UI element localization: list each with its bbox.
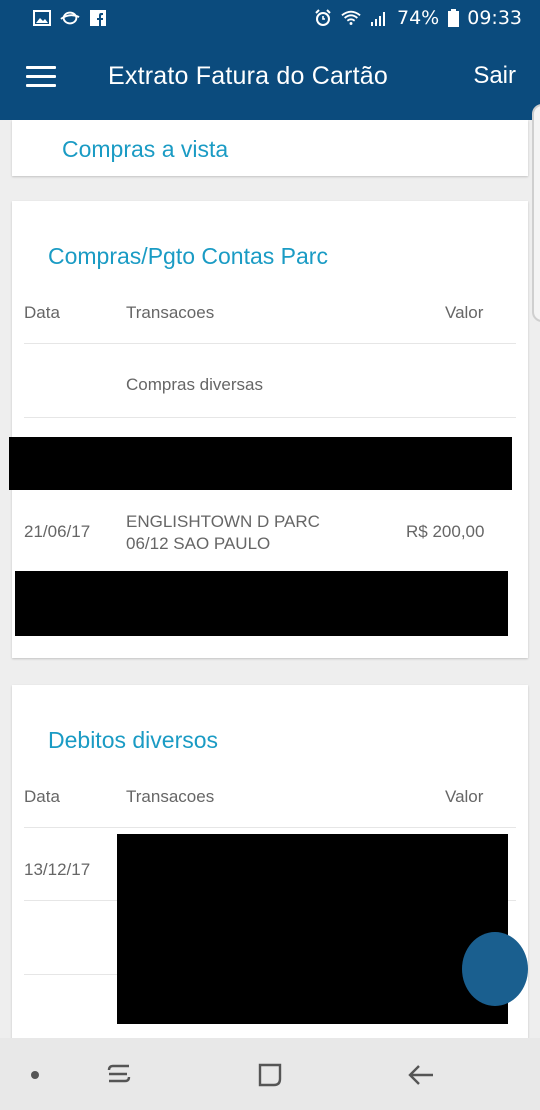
menu-icon-line [26,84,56,87]
row-divider [24,417,516,418]
section-title: Debitos diversos [48,727,219,753]
battery-percentage: 74% [397,7,440,29]
row-divider [24,343,516,344]
section-debitos: Debitos diversos Data Transacoes Valor 1… [12,685,528,1038]
section-title: Compras/Pgto Contas Parc [48,243,328,269]
transaction-date: 13/12/17 [24,860,91,879]
battery-icon [447,8,459,28]
column-header-date: Data [24,303,60,322]
column-header-value: Valor [445,303,484,322]
redacted-block [15,571,508,636]
clock: 09:33 [467,7,522,29]
status-bar: 74% 09:33 [0,0,540,36]
page-title: Extrato Fatura do Cartão [108,62,388,90]
transaction-description: Compras diversas [126,375,263,394]
redacted-block [9,437,512,490]
menu-icon-line [26,66,56,69]
statement-content[interactable]: Compras a vista Compras/Pgto Contas Parc… [0,120,540,1038]
edge-panel-handle[interactable] [532,104,540,322]
section-compras-vista[interactable]: Compras a vista [12,120,528,176]
home-icon[interactable] [255,1060,285,1090]
section-compras-parc: Compras/Pgto Contas Parc Data Transacoes… [9,201,528,658]
logout-button[interactable]: Sair [473,62,516,90]
redacted-block [117,834,508,1024]
transaction-date: 21/06/17 [24,522,91,541]
menu-icon-line [26,75,56,78]
row-divider [24,827,516,828]
column-header-transactions: Transacoes [126,303,215,322]
floating-action-button[interactable] [462,932,528,1006]
signal-icon [369,8,389,28]
section-title: Compras a vista [62,136,229,162]
transaction-description-line2: 06/12 SAO PAULO [126,534,271,553]
back-icon[interactable] [406,1060,436,1090]
column-header-value: Valor [445,787,484,806]
alarm-icon [313,8,333,28]
sync-icon [60,8,80,28]
transaction-value: R$ 200,00 [406,522,485,541]
navigation-bar [0,1038,540,1110]
app-bar: Extrato Fatura do Cartão Sair [0,36,540,120]
status-left-icons [32,8,108,28]
facebook-icon [88,8,108,28]
column-header-transactions: Transacoes [126,787,215,806]
menu-button[interactable] [26,66,56,88]
dot-icon[interactable] [20,1060,50,1090]
status-right-icons: 74% 09:33 [313,7,522,29]
wifi-icon [341,8,361,28]
column-header-date: Data [24,787,60,806]
transaction-description-line1: ENGLISHTOWN D PARC [126,512,320,531]
recent-apps-icon[interactable] [104,1060,134,1090]
gallery-icon [32,8,52,28]
